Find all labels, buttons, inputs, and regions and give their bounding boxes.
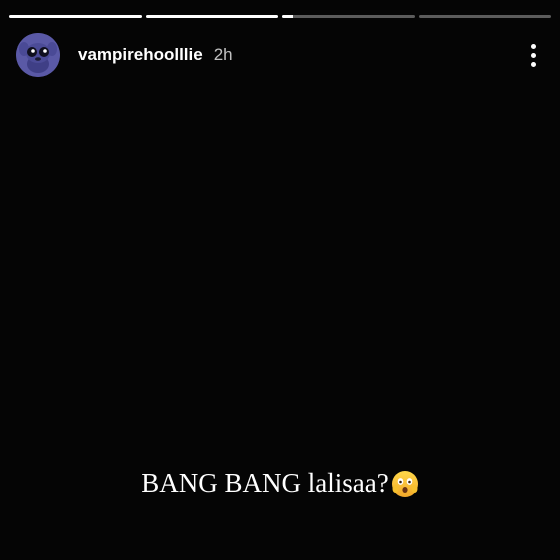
- username[interactable]: vampirehoolllie: [78, 45, 203, 65]
- story-progress-bar: [9, 15, 551, 18]
- cartoon-avatar-icon: [16, 33, 60, 77]
- story-viewer[interactable]: vampirehoolllie 2h BANG BANG lalisaa?: [0, 0, 560, 560]
- timestamp: 2h: [213, 45, 233, 64]
- caption-text: BANG BANG lalisaa?: [141, 468, 389, 498]
- progress-segment: [282, 15, 415, 18]
- story-caption: BANG BANG lalisaa?: [0, 468, 560, 505]
- more-options-button[interactable]: [522, 40, 544, 70]
- progress-segment: [9, 15, 142, 18]
- progress-segment: [145, 15, 278, 18]
- progress-segment: [418, 15, 551, 18]
- avatar[interactable]: [16, 33, 60, 77]
- astonished-face-icon: [391, 470, 419, 505]
- more-vertical-icon-dot: [530, 52, 536, 58]
- more-vertical-icon: [530, 43, 536, 49]
- story-header: vampirehoolllie 2h: [16, 33, 544, 77]
- more-vertical-icon-dot: [530, 61, 536, 67]
